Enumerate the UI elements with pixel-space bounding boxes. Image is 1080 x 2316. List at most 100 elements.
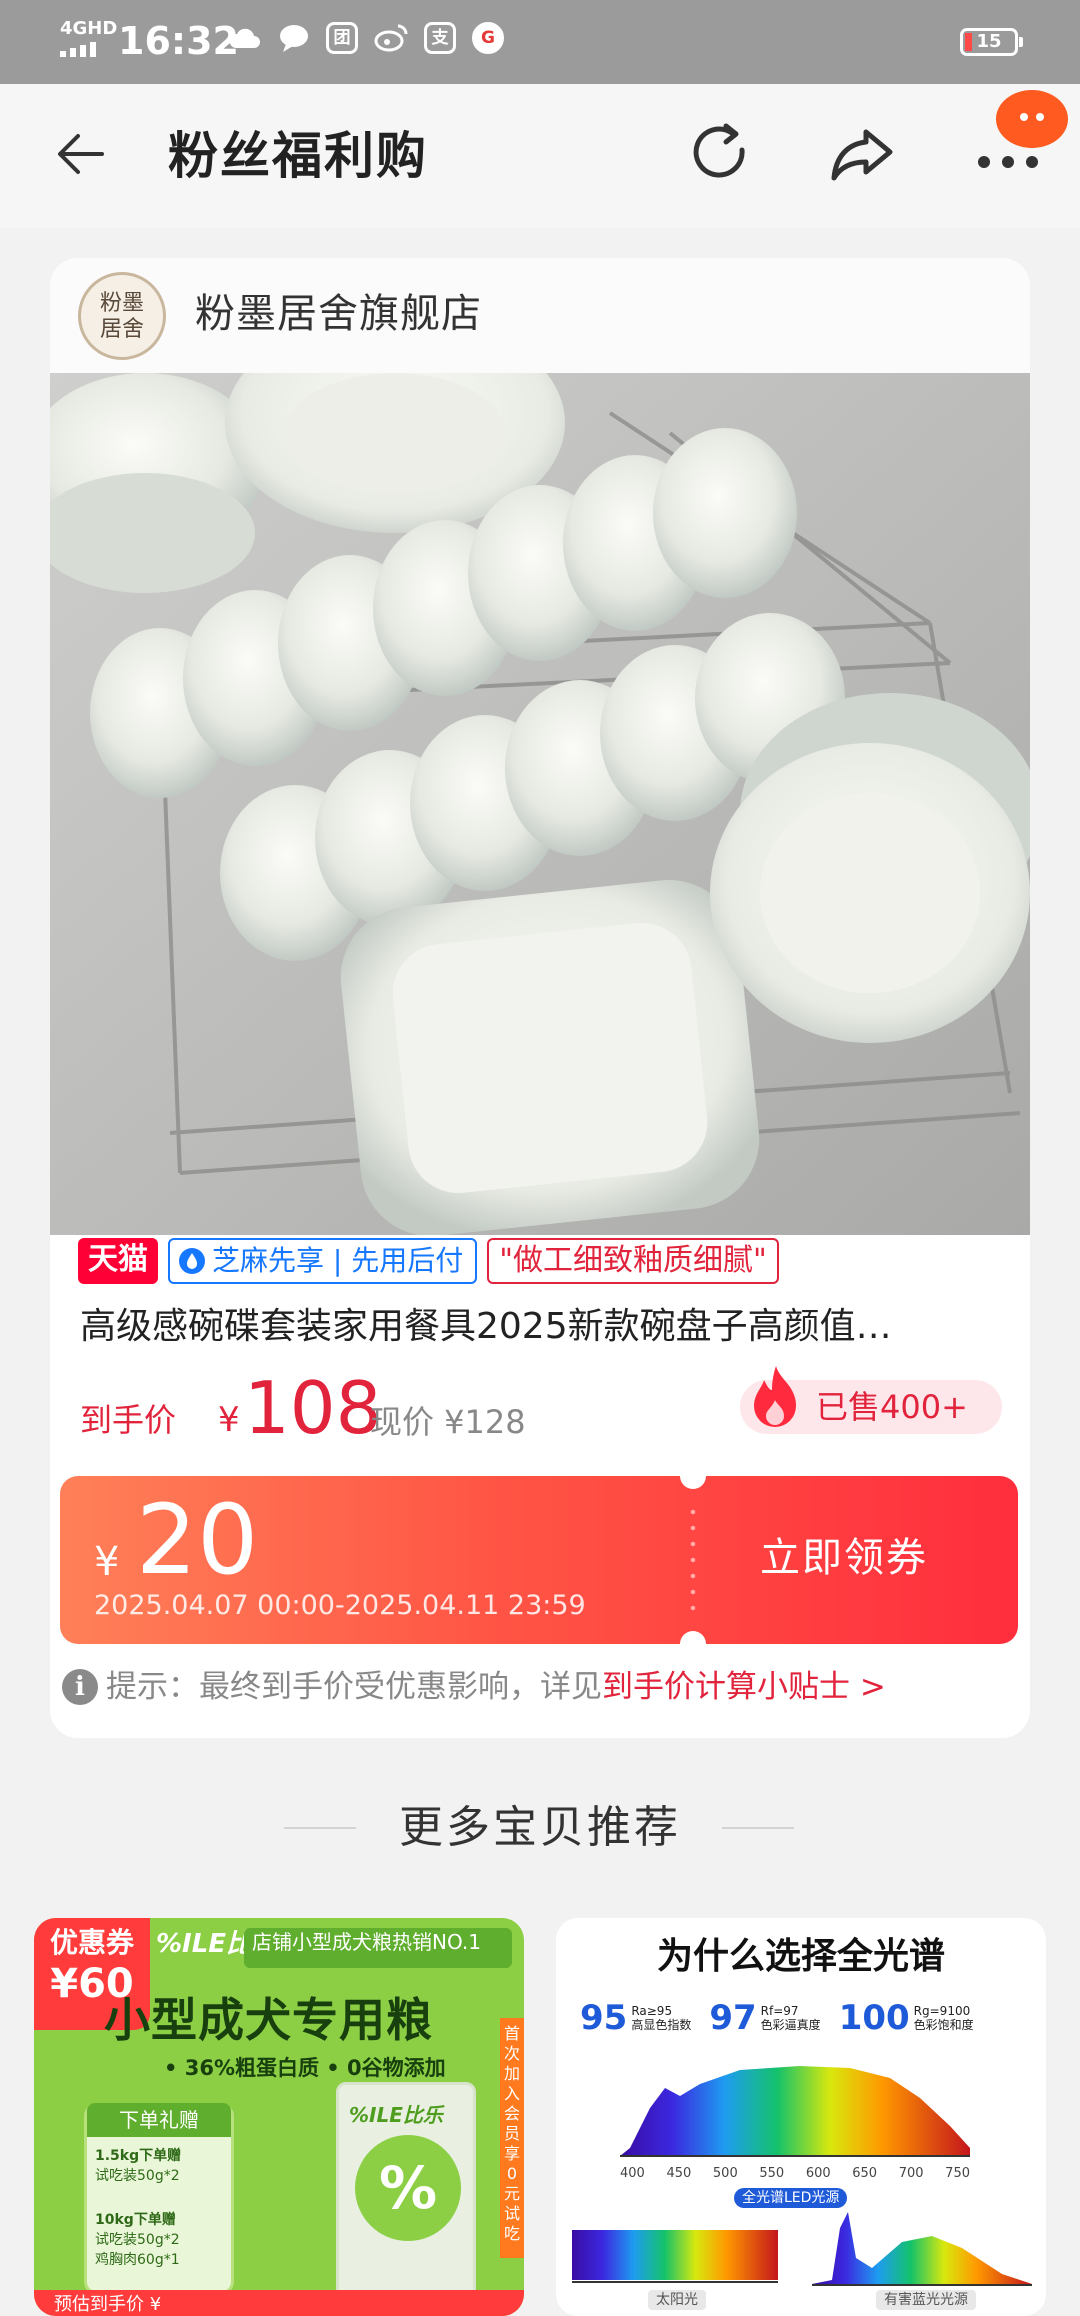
price-tip: i 提示：最终到手价受优惠影响，详见 到手价计算小贴士 > [62,1662,886,1712]
tmall-tag: 天猫 [78,1238,158,1284]
dog-food-bag-image: %ILE比乐 % [336,2082,476,2302]
metric-code: Ra≥95 [631,2004,673,2018]
signal-icon [60,42,96,57]
product-image[interactable] [50,373,1030,1235]
message-badge-icon[interactable] [996,90,1068,148]
claim-coupon-button[interactable]: 立即领券 [760,1526,928,1590]
coupon-amount: 20 [136,1484,259,1596]
section-title: 更多宝贝推荐 [399,1802,681,1853]
metric-item: 95 Ra≥95 高显色指数 [580,1998,691,2038]
price-tips-link[interactable]: 到手价计算小贴士 > [602,1665,886,1709]
alipay-icon: 支 [424,22,456,54]
metric-desc: 高显色指数 [631,2018,692,2032]
product-card[interactable]: 粉墨 居舍 粉墨居舍旗舰店 天猫 芝麻先享 | 先用后付 "做工细致釉质细腻" … [50,258,1030,1738]
bag-mark: % [355,2135,461,2241]
axis-tick: 550 [759,2166,785,2181]
axis-tick: 400 [620,2166,645,2181]
gift-title: 下单礼赠 [87,2103,231,2137]
store-logo-line1: 粉墨 [99,291,144,316]
blue-light-spectrum-image [812,2212,1032,2286]
metric-item: 97 Rf=97 色彩逼真度 [709,1998,820,2038]
store-logo: 粉墨 居舍 [78,272,166,360]
gift-line: 鸡胸肉60g*1 [95,2252,180,2268]
metric-value: 97 [709,1998,757,2038]
clock: 16:32 [118,19,239,63]
brand-slogan: 店铺小型成犬粮热销NO.1 [244,1928,512,1968]
top-navigation-bar: 粉丝福利购 [0,84,1080,228]
coupon-notch-top [680,1476,706,1489]
taobao-icon: G [472,22,504,54]
spectrum-chart-image [620,2066,970,2157]
metric-item: 100 Rg=9100 色彩饱和度 [839,1998,974,2038]
store-logo-line2: 居舍 [99,317,144,342]
review-quote-tag: "做工细致釉质细腻" [487,1238,779,1284]
chat-bubble-icon [280,25,308,52]
page-title: 粉丝福利购 [168,127,428,185]
network-indicator: 4GHD [60,18,118,39]
bag-brand: %ILE比乐 [349,2103,443,2127]
zhima-credit-tag: 芝麻先享 | 先用后付 [168,1238,478,1284]
member-trial-strip: 首次加入会员享0元试吃 [500,2018,524,2258]
gift-panel: 下单礼赠 1.5kg下单赠 试吃装50g*2 10kg下单赠 试吃装50g*2 … [84,2103,234,2294]
heading-divider-right [722,1827,794,1829]
product-title[interactable]: 高级感碗碟套装家用餐具2025新款碗盘子高颜值… [80,1298,1000,1356]
axis-tick: 600 [805,2166,831,2181]
axis-tick: 700 [898,2166,924,2181]
axis-tick: 650 [852,2166,878,2181]
metric-value: 95 [580,1998,628,2038]
metric-code: Rg=9100 [913,2004,971,2018]
recommend-item-full-spectrum-lamp[interactable]: 为什么选择全光谱 95 Ra≥95 高显色指数 97 Rf=97 色彩逼真度 100… [556,1918,1046,2316]
store-name[interactable]: 粉墨居舍旗舰店 [195,286,482,342]
promo-title: 小型成犬专用粮 [104,1993,433,2047]
battery-indicator: 15 [960,28,1023,56]
metric-value: 100 [838,1998,910,2038]
current-price: 现价 ¥128 [370,1403,526,1441]
sold-count-badge: 已售400+ [740,1366,1002,1434]
sunlight-spectrum-image [572,2230,778,2283]
promo-features: • 36%粗蛋白质 • 0谷物添加 [164,2056,446,2080]
recommend-item-dog-food[interactable]: 优惠券 ¥60 %ILE比乐 店铺小型成犬粮热销NO.1 小型成犬专用粮 • 3… [34,1918,524,2316]
coupon-notch-bottom [680,1631,706,1644]
spectrum-axis: 400 450 500 550 600 650 700 750 [620,2166,970,2181]
coupon-badge-label: 优惠券 [49,1926,134,1959]
flame-icon [754,1366,796,1427]
sold-count: 已售400+ [816,1388,968,1426]
coupon-perforation [690,1504,696,1620]
spectrum-label: 全光谱LED光源 [734,2188,848,2208]
status-bar: 4GHD 16:32 团 支 G 15 [0,0,1080,84]
spec-metrics: 95 Ra≥95 高显色指数 97 Rf=97 色彩逼真度 100 Rg=9100 色… [580,1998,974,2038]
coupon-banner[interactable]: ¥ 20 2025.04.07 00:00-2025.04.11 23:59 立… [60,1476,1018,1644]
recommendations-heading: 更多宝贝推荐 [0,1792,1080,1862]
cloud-icon [229,28,260,48]
gift-line: 1.5kg下单赠 [95,2148,182,2164]
metric-code: Rf=97 [760,2004,799,2018]
store-header[interactable]: 粉墨 居舍 粉墨居舍旗舰店 [50,258,1030,373]
coupon-currency: ¥ [94,1539,120,1585]
tuan-icon: 团 [326,22,358,54]
price-currency: ¥ [218,1400,240,1440]
sunlight-label: 太阳光 [648,2290,706,2310]
share-icon[interactable] [828,120,898,188]
metric-desc: 色彩饱和度 [913,2018,974,2032]
metric-desc: 色彩逼真度 [760,2018,821,2032]
tip-text: 提示：最终到手价受优惠影响，详见 [106,1669,602,1705]
blue-light-label: 有害蓝光光源 [876,2290,976,2310]
axis-tick: 450 [666,2166,692,2181]
weibo-icon [374,24,408,52]
back-arrow-icon[interactable] [52,124,112,184]
info-icon: i [62,1669,98,1705]
final-price: 108 [244,1366,382,1450]
estimated-price-footer: 预估到手价 ¥ [34,2290,524,2316]
axis-tick: 500 [712,2166,738,2181]
notification-icons: 团 支 G [228,22,504,54]
axis-tick: 750 [945,2166,970,2181]
final-price-label: 到手价 [80,1401,177,1439]
coupon-validity: 2025.04.07 00:00-2025.04.11 23:59 [94,1590,586,1621]
water-drop-icon [179,1248,205,1274]
gift-line: 试吃装50g*2 [95,2168,180,2184]
tableware-illustration [50,373,1030,1235]
gift-line: 10kg下单赠 [95,2212,176,2228]
refresh-icon[interactable] [686,120,754,188]
gift-line: 试吃装50g*2 [95,2232,180,2248]
promo-title: 为什么选择全光谱 [656,1936,945,1977]
